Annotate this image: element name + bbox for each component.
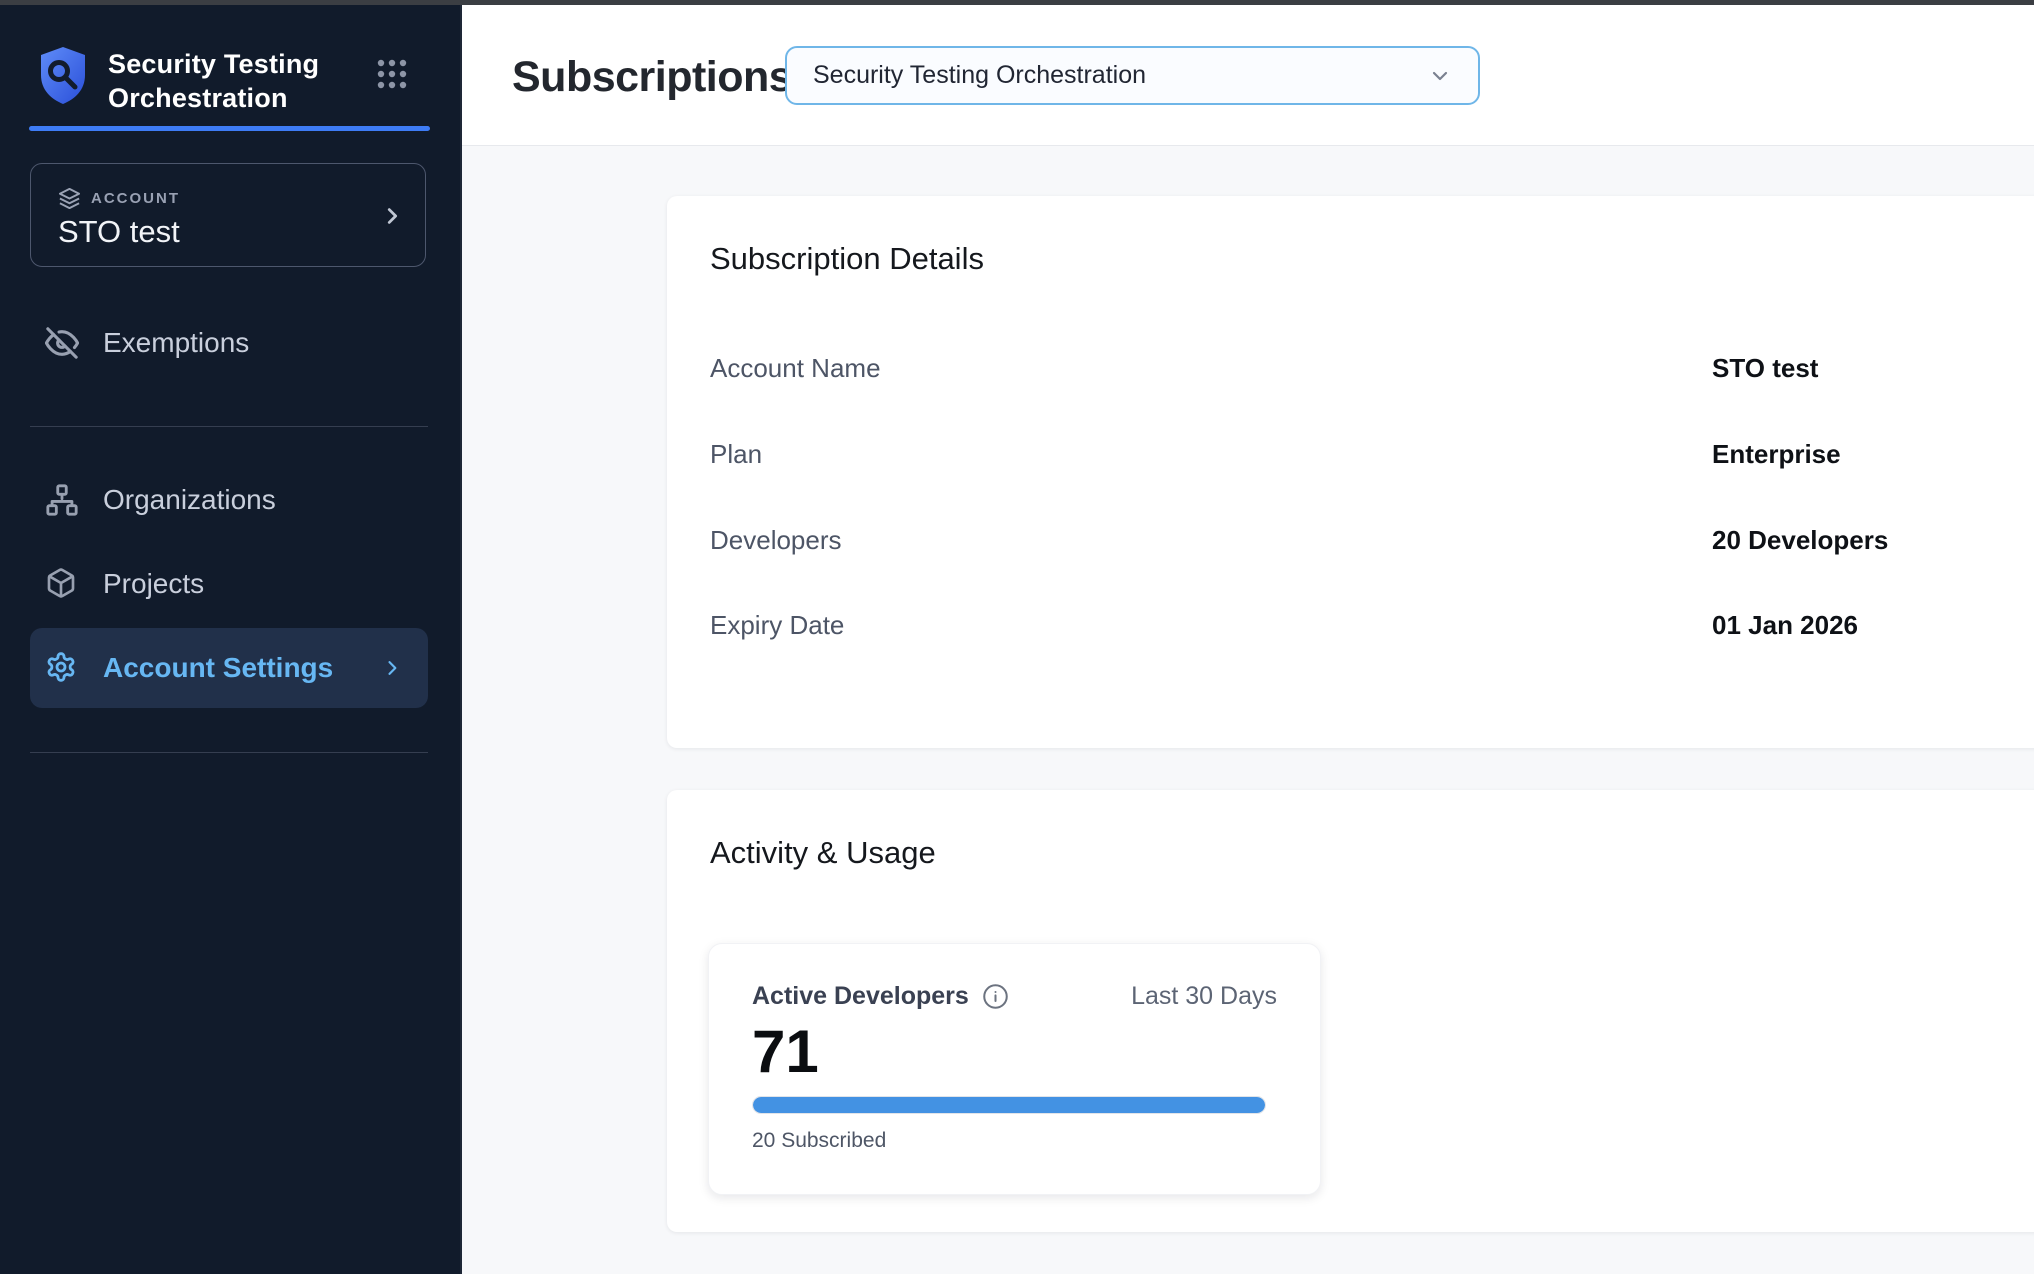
stat-period-label: Last 30 Days — [1131, 982, 1277, 1011]
subscription-details-title: Subscription Details — [710, 240, 984, 278]
sto-shield-logo-icon — [38, 46, 88, 106]
sidebar: Security Testing Orchestration AC — [0, 5, 462, 1274]
active-developers-label: Active Developers — [752, 982, 969, 1011]
chevron-right-icon — [381, 205, 403, 227]
info-icon[interactable] — [982, 983, 1009, 1010]
detail-value: 20 Developers — [1712, 525, 1888, 556]
activity-usage-title: Activity & Usage — [710, 834, 936, 872]
sidebar-item-exemptions[interactable]: Exemptions — [30, 303, 428, 383]
detail-row-account-name: Account Name STO test — [667, 353, 2034, 387]
detail-label: Plan — [710, 439, 762, 470]
page-header: Subscriptions Security Testing Orchestra… — [462, 5, 2034, 146]
chevron-down-icon — [1428, 64, 1452, 88]
product-title: Security Testing Orchestration — [108, 47, 319, 115]
gear-icon — [45, 651, 79, 685]
sidebar-item-label: Exemptions — [103, 327, 249, 359]
org-chart-icon — [45, 483, 79, 517]
active-developers-progress-track — [752, 1096, 1266, 1114]
module-accent-underline — [29, 126, 430, 131]
module-switcher-grid-icon[interactable] — [376, 58, 408, 90]
detail-value: 01 Jan 2026 — [1712, 610, 1858, 641]
detail-row-developers: Developers 20 Developers — [667, 525, 2034, 559]
detail-label: Developers — [710, 525, 842, 556]
subscribed-count-label: 20 Subscribed — [752, 1129, 886, 1153]
cube-icon — [45, 567, 79, 601]
eye-off-icon — [45, 326, 79, 360]
sidebar-divider — [30, 752, 428, 753]
sidebar-divider — [30, 426, 428, 427]
sidebar-item-account-settings[interactable]: Account Settings — [30, 628, 428, 708]
account-scope-label: ACCOUNT — [91, 190, 180, 207]
detail-row-plan: Plan Enterprise — [667, 439, 2034, 473]
active-developers-count: 71 — [752, 1020, 819, 1084]
module-select-value: Security Testing Orchestration — [813, 61, 1146, 90]
page-title: Subscriptions — [512, 53, 792, 102]
chevron-right-icon — [382, 658, 402, 678]
layers-icon — [58, 187, 81, 210]
subscription-details-card: Subscription Details Account Name STO te… — [667, 196, 2034, 748]
activity-usage-card: Activity & Usage Active Developers Last … — [667, 790, 2034, 1232]
detail-label: Account Name — [710, 353, 881, 384]
detail-label: Expiry Date — [710, 610, 844, 641]
sidebar-item-label: Account Settings — [103, 652, 333, 684]
app-window: Security Testing Orchestration AC — [0, 0, 2034, 1274]
active-developers-progress-fill — [753, 1097, 1265, 1113]
active-developers-stat-card: Active Developers Last 30 Days 71 20 Sub… — [708, 943, 1321, 1195]
sidebar-item-projects[interactable]: Projects — [30, 544, 428, 624]
account-scope-card[interactable]: ACCOUNT STO test — [30, 163, 426, 267]
detail-row-expiry-date: Expiry Date 01 Jan 2026 — [667, 610, 2034, 644]
detail-value: STO test — [1712, 353, 1818, 384]
module-select-dropdown[interactable]: Security Testing Orchestration — [785, 46, 1480, 105]
account-name: STO test — [58, 214, 180, 250]
sidebar-item-label: Organizations — [103, 484, 276, 516]
detail-value: Enterprise — [1712, 439, 1841, 470]
sidebar-item-label: Projects — [103, 568, 204, 600]
sidebar-item-organizations[interactable]: Organizations — [30, 460, 428, 540]
